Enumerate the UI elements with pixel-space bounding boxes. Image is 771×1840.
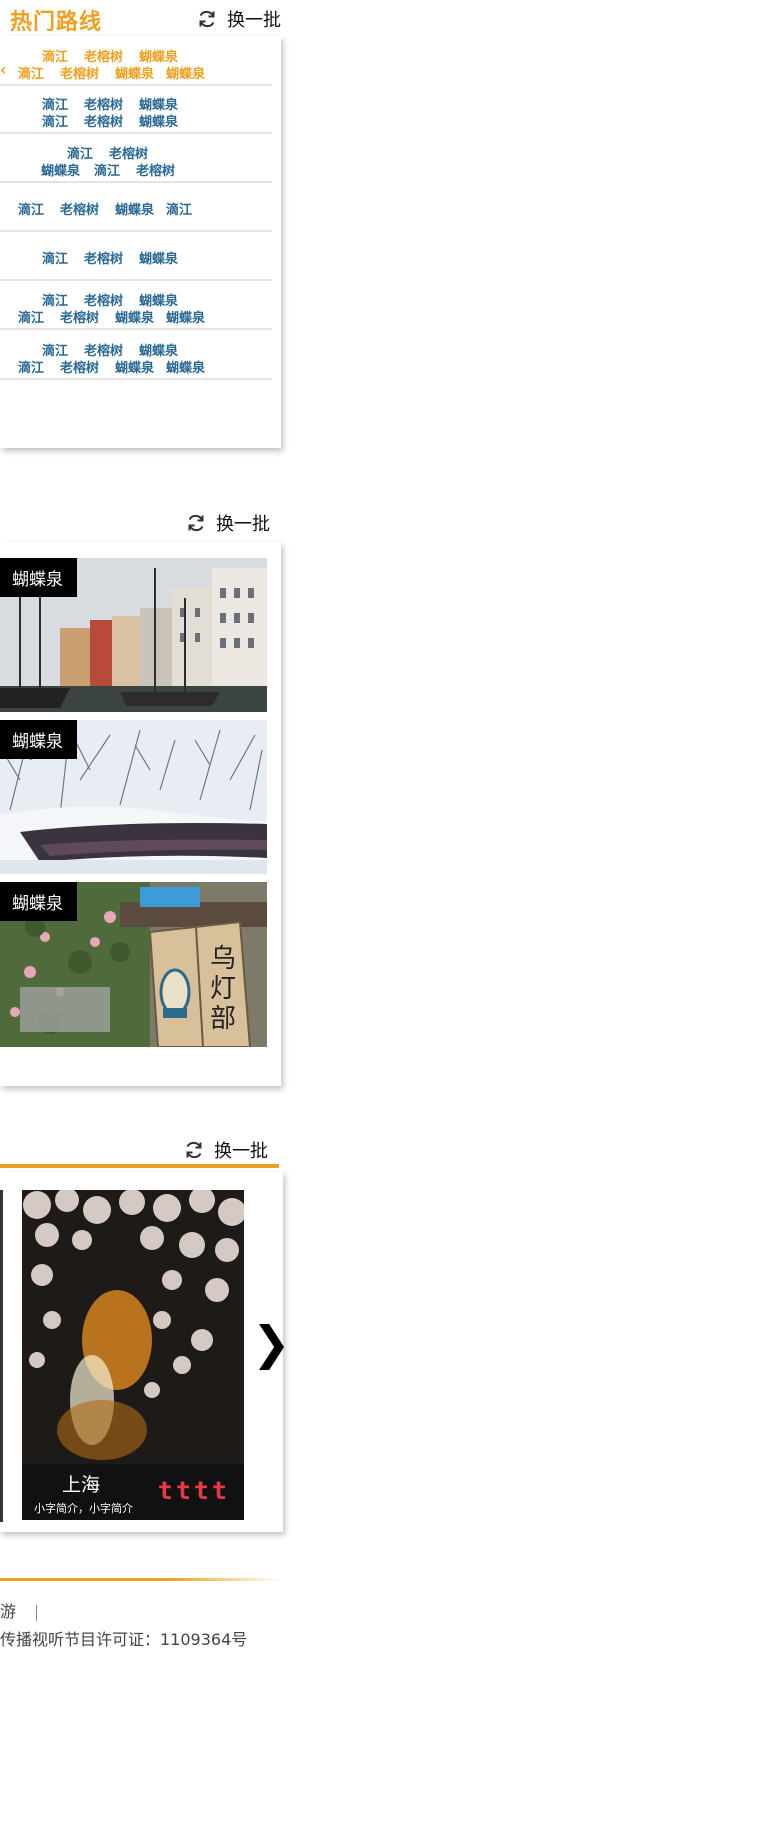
slide-caption: 上海 小字简介，小字简介 tttt bbox=[22, 1464, 244, 1520]
route-stop[interactable]: 滴江 bbox=[42, 111, 68, 130]
refresh-label: 换一批 bbox=[216, 514, 270, 535]
image-card-snow[interactable]: 蝴蝶泉 bbox=[0, 720, 267, 874]
previous-slide-edge bbox=[0, 1190, 3, 1522]
route-stop[interactable]: 蝴蝶泉 bbox=[166, 357, 205, 376]
refresh-label: 换一批 bbox=[227, 10, 281, 31]
refresh-icon bbox=[186, 1141, 202, 1159]
slide-description: 小字简介，小字简介 bbox=[34, 1502, 133, 1515]
refresh-icon bbox=[199, 10, 215, 28]
refresh-button[interactable]: 换一批 bbox=[197, 6, 281, 32]
route-stop[interactable]: 蝴蝶泉 bbox=[115, 63, 154, 82]
route-stop[interactable]: 蝴蝶泉 bbox=[41, 160, 80, 179]
route-stop[interactable]: 滴江 bbox=[42, 248, 68, 267]
svg-text:部: 部 bbox=[210, 1004, 236, 1034]
image-card-label: 蝴蝶泉 bbox=[0, 558, 77, 597]
route-stop[interactable]: 滴江 bbox=[18, 63, 44, 82]
route-row[interactable]: 滴江 老榕树 蝴蝶泉 滴江 老榕树 蝴蝶泉 蝴蝶泉 ‹ bbox=[0, 36, 272, 86]
image-card-harbor[interactable]: 蝴蝶泉 bbox=[0, 558, 267, 712]
image-card-label: 蝴蝶泉 bbox=[0, 720, 77, 759]
route-stop[interactable]: 老榕树 bbox=[136, 160, 175, 179]
footer-divider bbox=[0, 1578, 282, 1581]
refresh-label: 换一批 bbox=[214, 1141, 268, 1162]
route-stop[interactable]: 蝴蝶泉 bbox=[166, 307, 205, 326]
hot-routes-title: 热门路线 bbox=[10, 10, 103, 35]
refresh-icon bbox=[188, 514, 204, 532]
route-stop[interactable]: 老榕树 bbox=[84, 111, 123, 130]
route-stop[interactable]: 滴江 bbox=[18, 357, 44, 376]
route-stop[interactable]: 蝴蝶泉 bbox=[115, 199, 154, 218]
route-stop[interactable]: 蝴蝶泉 bbox=[115, 357, 154, 376]
route-row[interactable]: 滴江 老榕树 蝴蝶泉 滴江 bbox=[0, 182, 272, 232]
image-card-label: 蝴蝶泉 bbox=[0, 882, 77, 921]
route-stop[interactable]: 老榕树 bbox=[60, 63, 99, 82]
refresh-button-images[interactable]: 换一批 bbox=[186, 510, 270, 536]
svg-text:乌: 乌 bbox=[210, 944, 236, 974]
image-panel: 蝴蝶泉 蝴蝶泉 乌 灯 部 蝴蝶泉 bbox=[0, 542, 281, 1086]
carousel-slide[interactable]: 上海 小字简介，小字简介 tttt bbox=[22, 1190, 244, 1520]
route-row[interactable]: 滴江 老榕树 蝴蝶泉 滴江 老榕树 蝴蝶泉 bbox=[0, 84, 272, 134]
route-stop[interactable]: 滴江 bbox=[18, 307, 44, 326]
image-card-flowers[interactable]: 乌 灯 部 蝴蝶泉 bbox=[0, 882, 267, 1047]
route-stop[interactable]: 蝴蝶泉 bbox=[166, 63, 205, 82]
carousel-panel: 上海 小字简介，小字简介 tttt bbox=[0, 1172, 283, 1532]
refresh-button-carousel[interactable]: 换一批 bbox=[184, 1137, 268, 1163]
svg-text:灯: 灯 bbox=[210, 974, 236, 1004]
footer-separator bbox=[36, 1604, 38, 1621]
routes-panel: 滴江 老榕树 蝴蝶泉 滴江 老榕树 蝴蝶泉 蝴蝶泉 ‹ 滴江 老榕树 蝴蝶泉 滴江 老榕树 蝴蝶泉 滴江 老榕… bbox=[0, 36, 281, 448]
route-stop[interactable]: 老榕树 bbox=[84, 248, 123, 267]
route-row[interactable]: 滴江 老榕树 蝴蝶泉 bbox=[0, 231, 272, 281]
footer-license: 传播视听节目许可证：1109364号 bbox=[0, 1630, 248, 1649]
route-stop[interactable]: 蝴蝶泉 bbox=[139, 248, 178, 267]
route-stop[interactable]: 老榕树 bbox=[60, 307, 99, 326]
route-row[interactable]: 滴江 老榕树 蝴蝶泉 滴江 老榕树 蝴蝶泉 蝴蝶泉 bbox=[0, 330, 272, 380]
chevron-right-icon[interactable]: ❯ bbox=[252, 1318, 291, 1368]
route-stop[interactable]: 滴江 bbox=[166, 199, 192, 218]
route-stop[interactable]: 老榕树 bbox=[60, 357, 99, 376]
route-stop[interactable]: 老榕树 bbox=[60, 199, 99, 218]
route-row[interactable]: 滴江 老榕树 蝴蝶泉 滴江 老榕树 蝴蝶泉 蝴蝶泉 bbox=[0, 280, 272, 330]
route-stop[interactable]: 蝴蝶泉 bbox=[115, 307, 154, 326]
slide-tag: tttt bbox=[157, 1476, 230, 1505]
route-stop[interactable]: 滴江 bbox=[18, 199, 44, 218]
footer-links: 游 bbox=[0, 1598, 38, 1622]
route-stop[interactable]: 滴江 bbox=[94, 160, 120, 179]
slide-city: 上海 bbox=[62, 1474, 101, 1496]
section-divider bbox=[0, 1164, 279, 1168]
route-row[interactable]: 滴江 老榕树 蝴蝶泉 滴江 老榕树 bbox=[0, 133, 272, 183]
active-route-marker: ‹ bbox=[0, 60, 7, 79]
footer-link[interactable]: 游 bbox=[0, 1602, 16, 1621]
route-stop[interactable]: 蝴蝶泉 bbox=[139, 111, 178, 130]
